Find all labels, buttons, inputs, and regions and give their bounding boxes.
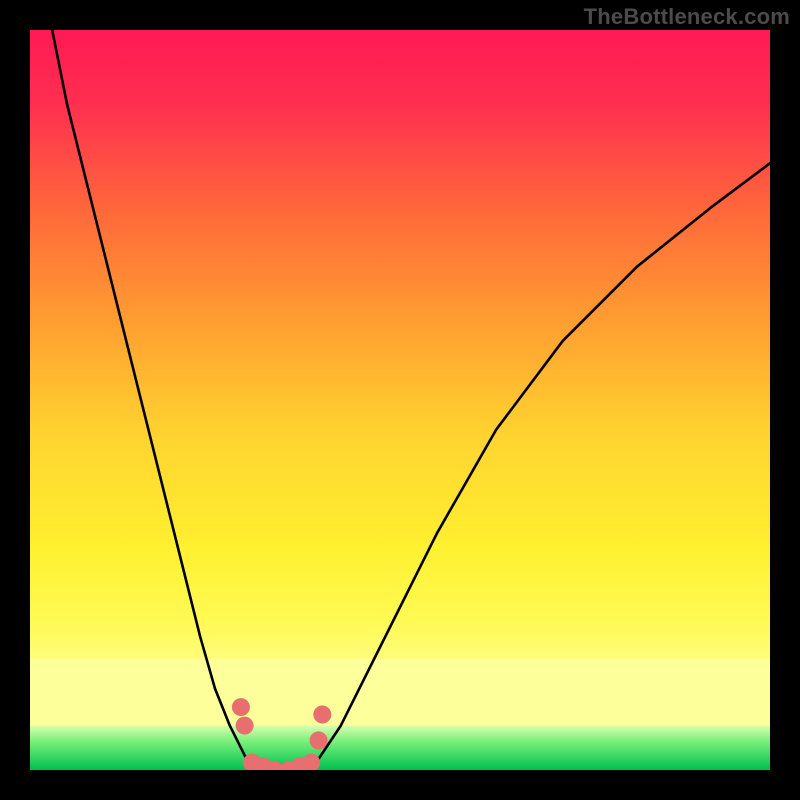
marker-point [310,731,328,749]
pale-yellow-band [30,659,770,726]
watermark-text: TheBottleneck.com [584,4,790,30]
marker-point [232,698,250,716]
green-band [30,726,770,770]
chart-svg [30,30,770,770]
marker-point [236,717,254,735]
marker-point [313,706,331,724]
plot-area [30,30,770,770]
chart-frame: TheBottleneck.com [0,0,800,800]
